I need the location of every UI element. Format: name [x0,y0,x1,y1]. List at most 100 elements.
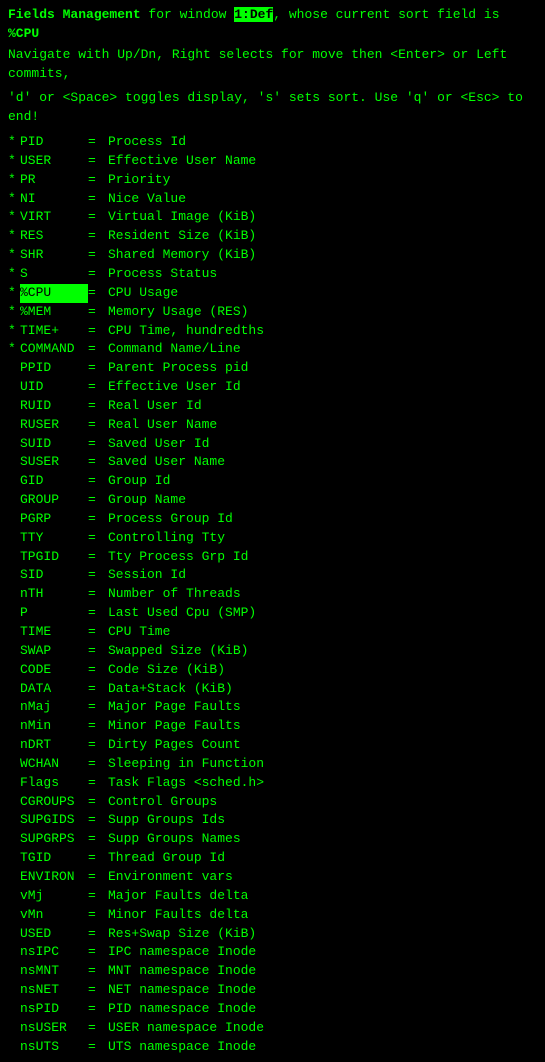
field-name: SUID [20,435,88,454]
table-row: *USER = Effective User Name [8,152,537,171]
field-description: CPU Usage [108,284,178,303]
field-description: Session Id [108,566,186,585]
field-description: Task Flags <sched.h> [108,774,264,793]
field-description: Saved User Name [108,453,225,472]
field-description: Environment vars [108,868,233,887]
field-name: S [20,265,88,284]
field-description: NET namespace Inode [108,981,256,1000]
table-row: *COMMAND= Command Name/Line [8,340,537,359]
table-row: USED = Res+Swap Size (KiB) [8,925,537,944]
field-name: SID [20,566,88,585]
field-equals: = [88,529,108,548]
field-active-indicator: * [8,265,20,284]
field-equals: = [88,1000,108,1019]
field-equals: = [88,736,108,755]
table-row: nMin = Minor Page Faults [8,717,537,736]
field-active-indicator: * [8,246,20,265]
sort-field: %CPU [8,26,39,41]
field-equals: = [88,322,108,341]
header-line: Fields Management for window 1:Def, whos… [8,6,537,44]
table-row: RUID = Real User Id [8,397,537,416]
field-name: CODE [20,661,88,680]
field-description: Code Size (KiB) [108,661,225,680]
table-row: SWAP = Swapped Size (KiB) [8,642,537,661]
table-row: nsMNT = MNT namespace Inode [8,962,537,981]
table-row: TIME = CPU Time [8,623,537,642]
table-row: *RES = Resident Size (KiB) [8,227,537,246]
field-description: UTS namespace Inode [108,1038,256,1057]
field-equals: = [88,491,108,510]
field-description: Shared Memory (KiB) [108,246,256,265]
table-row: ENVIRON= Environment vars [8,868,537,887]
field-equals: = [88,774,108,793]
field-equals: = [88,152,108,171]
field-name: SHR [20,246,88,265]
field-name: nDRT [20,736,88,755]
field-name: nMin [20,717,88,736]
table-row: nDRT = Dirty Pages Count [8,736,537,755]
field-description: Major Faults delta [108,887,248,906]
header-suffix: , whose current sort field is [273,7,499,22]
table-row: WCHAN = Sleeping in Function [8,755,537,774]
table-row: nsNET = NET namespace Inode [8,981,537,1000]
field-name: TIME+ [20,322,88,341]
field-name: TGID [20,849,88,868]
table-row: CGROUPS= Control Groups [8,793,537,812]
field-description: Last Used Cpu (SMP) [108,604,256,623]
table-row: *NI = Nice Value [8,190,537,209]
field-equals: = [88,623,108,642]
field-equals: = [88,680,108,699]
field-name: nsMNT [20,962,88,981]
field-equals: = [88,1019,108,1038]
table-row: nsUTS = UTS namespace Inode [8,1038,537,1057]
field-name: PPID [20,359,88,378]
table-row: TTY = Controlling Tty [8,529,537,548]
field-description: Major Page Faults [108,698,241,717]
table-row: *%MEM = Memory Usage (RES) [8,303,537,322]
field-description: USER namespace Inode [108,1019,264,1038]
field-equals: = [88,359,108,378]
table-row: SUPGIDS= Supp Groups Ids [8,811,537,830]
field-equals: = [88,566,108,585]
field-name: SUPGRPS [20,830,88,849]
field-description: PID namespace Inode [108,1000,256,1019]
field-name: nsNET [20,981,88,1000]
field-equals: = [88,416,108,435]
field-name: SUPGIDS [20,811,88,830]
field-name: COMMAND [20,340,88,359]
field-equals: = [88,340,108,359]
table-row: CODE = Code Size (KiB) [8,661,537,680]
field-name: GROUP [20,491,88,510]
field-description: Tty Process Grp Id [108,548,248,567]
field-equals: = [88,811,108,830]
field-equals: = [88,962,108,981]
field-equals: = [88,548,108,567]
field-equals: = [88,642,108,661]
table-row: nsIPC = IPC namespace Inode [8,943,537,962]
field-name: P [20,604,88,623]
field-name: PR [20,171,88,190]
field-name: VIRT [20,208,88,227]
field-equals: = [88,604,108,623]
field-name: nTH [20,585,88,604]
field-description: Command Name/Line [108,340,241,359]
table-row: PGRP = Process Group Id [8,510,537,529]
field-name: PGRP [20,510,88,529]
field-description: Effective User Name [108,152,256,171]
field-name: vMn [20,906,88,925]
field-name: nsPID [20,1000,88,1019]
table-row: GID = Group Id [8,472,537,491]
fields-management-label: Fields Management [8,7,141,22]
field-equals: = [88,227,108,246]
field-equals: = [88,868,108,887]
field-active-indicator: * [8,284,20,303]
field-description: MNT namespace Inode [108,962,256,981]
field-name: USED [20,925,88,944]
field-equals: = [88,1038,108,1057]
fields-list: *PID = Process Id*USER = Effective User … [8,133,537,1056]
table-row: *VIRT = Virtual Image (KiB) [8,208,537,227]
field-name: CGROUPS [20,793,88,812]
table-row: nsPID = PID namespace Inode [8,1000,537,1019]
field-description: Priority [108,171,170,190]
table-row: SUPGRPS= Supp Groups Names [8,830,537,849]
